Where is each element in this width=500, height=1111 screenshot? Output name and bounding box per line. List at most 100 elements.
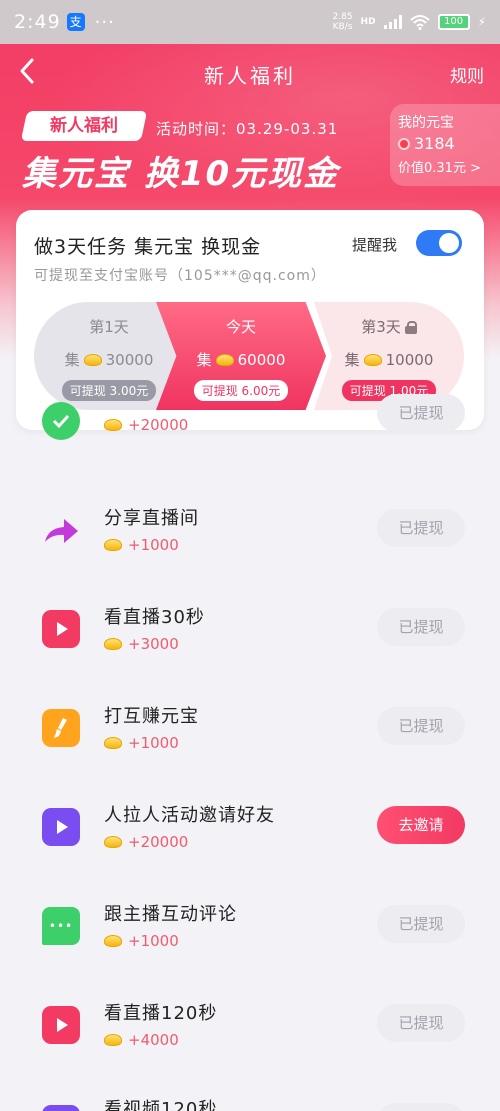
gold-ingot-icon — [104, 836, 122, 848]
day-coins-value: 60000 — [237, 350, 286, 369]
task-name: 分享直播间 — [104, 508, 199, 529]
list-item: 分享直播间 +1000 已提现 — [0, 499, 500, 598]
task-name: 打互赚元宝 — [104, 706, 199, 727]
gold-ingot-icon — [104, 638, 122, 650]
withdrawn-button[interactable]: 已提现 — [377, 1004, 465, 1042]
task-reward-value: +1000 — [128, 932, 179, 950]
banner-headline: 集元宝 换10元现金 — [22, 154, 340, 194]
alipay-icon: 支 — [66, 13, 85, 31]
more-notifications-icon: ··· — [94, 11, 115, 33]
lock-icon — [404, 321, 417, 334]
day-step-today: 今天 集 60000 可提现 6.00元 — [156, 302, 326, 410]
status-time: 2:49 — [14, 11, 61, 33]
task-reward: +3000 — [104, 635, 179, 653]
invite-button[interactable]: 去邀请 — [377, 806, 465, 844]
day-label: 第3天 — [361, 318, 401, 336]
gold-ingot-icon — [83, 353, 102, 366]
my-ingots-value: 3184 — [414, 134, 455, 153]
day-coins-value: 30000 — [105, 350, 154, 369]
play-icon — [42, 1006, 80, 1044]
task-reward-value: +20000 — [128, 833, 189, 851]
list-item: 打互赚元宝 +1000 已提现 — [0, 697, 500, 796]
task-reward-value: +3000 — [128, 635, 179, 653]
withdrawn-button[interactable]: 已提现 — [377, 707, 465, 745]
gold-ingot-icon — [104, 539, 122, 551]
withdrawn-button[interactable]: 已提现 — [377, 905, 465, 943]
task-name: 看直播30秒 — [104, 607, 205, 628]
day-coins-prefix: 集 — [344, 351, 360, 369]
withdrawn-button[interactable] — [377, 1103, 465, 1111]
brush-icon — [42, 709, 80, 747]
play-icon — [42, 808, 80, 846]
list-item: 人拉人活动邀请好友 +20000 去邀请 — [0, 796, 500, 895]
task-reward: +20000 — [104, 416, 188, 434]
day-coins: 集 60000 — [156, 349, 326, 370]
newcomer-badge-label: 新人福利 — [50, 116, 118, 136]
day-coins-prefix: 集 — [196, 351, 212, 369]
list-item: 看直播30秒 +3000 已提现 — [0, 598, 500, 697]
my-ingots-title: 我的元宝 — [398, 115, 454, 131]
gold-ingot-icon — [104, 935, 122, 947]
day-cash-badge: 可提现 6.00元 — [193, 380, 289, 401]
battery-icon: 100 — [437, 14, 470, 30]
share-arrow-icon — [42, 512, 80, 550]
my-ingots-worth: 价值0.31元 > — [398, 161, 481, 176]
task-reward: +1000 — [104, 734, 179, 752]
task-name: 人拉人活动邀请好友 — [104, 805, 275, 826]
rules-link[interactable]: 规则 — [450, 62, 484, 87]
list-item: 看直播120秒 +4000 已提现 — [0, 994, 500, 1093]
task-reward-value: +20000 — [128, 416, 189, 434]
chat-bubble-icon: ••• — [42, 907, 80, 945]
check-icon — [42, 402, 80, 440]
back-arrow-icon[interactable] — [14, 56, 44, 86]
day-cash-badge: 可提现 3.00元 — [61, 380, 157, 401]
task-name: 看视频120秒 — [104, 1099, 218, 1111]
hd-label: HD — [360, 17, 376, 27]
activity-time: 活动时间：03.29-03.31 — [156, 120, 339, 138]
status-indicators: 2.85 KB/s HD 100 ⚡ — [333, 12, 487, 32]
task-reward: +1000 — [104, 536, 179, 554]
wifi-icon — [409, 15, 430, 30]
day-coins: 集 30000 — [34, 349, 184, 370]
task-reward: +1000 — [104, 932, 179, 950]
newcomer-badge: 新人福利 — [20, 111, 148, 141]
withdrawn-button[interactable]: 已提现 — [377, 394, 465, 432]
card-title: 做3天任务 集元宝 换现金 — [34, 236, 262, 258]
remind-me-toggle[interactable] — [416, 230, 462, 256]
day-coins: 集 10000 — [314, 349, 464, 370]
day-coins-value: 10000 — [385, 350, 434, 369]
network-speed-value: 2.85 — [332, 12, 353, 22]
task-reward-value: +4000 — [128, 1031, 179, 1049]
gold-ingot-icon — [215, 353, 234, 366]
ingot-icon — [398, 137, 410, 150]
gold-ingot-icon — [104, 1034, 122, 1046]
day-coins-prefix: 集 — [64, 351, 80, 369]
signal-icon — [383, 15, 402, 29]
my-ingots-value-row: 3184 — [398, 134, 492, 153]
charging-icon: ⚡ — [477, 15, 486, 29]
day-label-row: 第3天 — [314, 316, 464, 337]
task-reward: +20000 — [104, 833, 188, 851]
play-icon — [42, 610, 80, 648]
gold-ingot-icon — [104, 419, 122, 431]
day-label: 第1天 — [89, 318, 129, 336]
list-item: 看视频120秒 — [0, 1093, 500, 1111]
play-icon — [42, 1105, 80, 1111]
my-ingots-panel[interactable]: 我的元宝 3184 价值0.31元 > — [390, 104, 500, 186]
status-bar: 2:49 支 ··· 2.85 KB/s HD 100 ⚡ — [0, 0, 500, 44]
task-reward: +4000 — [104, 1031, 179, 1049]
withdrawn-button[interactable]: 已提现 — [377, 608, 465, 646]
nav-bar: 新人福利 规则 — [0, 44, 500, 104]
task-reward-value: +1000 — [128, 734, 179, 752]
list-item: ••• 跟主播互动评论 +1000 已提现 — [0, 895, 500, 994]
task-reward-value: +1000 — [128, 536, 179, 554]
task-name: 跟主播互动评论 — [104, 904, 237, 925]
list-item: +20000 已提现 — [0, 394, 500, 499]
withdrawn-button[interactable]: 已提现 — [377, 509, 465, 547]
gold-ingot-icon — [104, 737, 122, 749]
page-title: 新人福利 — [204, 63, 296, 88]
remind-me-label: 提醒我 — [352, 236, 398, 254]
day-step-1: 第1天 集 30000 可提现 3.00元 — [34, 302, 184, 410]
network-speed: 2.85 KB/s — [333, 12, 353, 32]
card-subtitle: 可提现至支付宝账号（105***@qq.com） — [34, 268, 326, 284]
